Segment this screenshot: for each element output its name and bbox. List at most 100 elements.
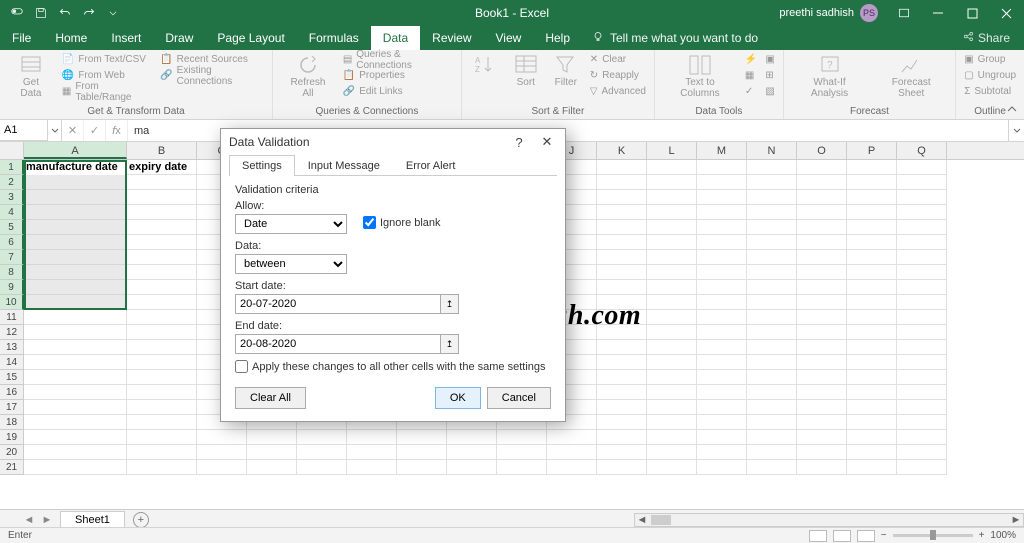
cell[interactable] [797, 175, 847, 190]
cell[interactable] [24, 235, 127, 250]
enter-formula-icon[interactable]: ✓ [84, 120, 106, 141]
cell[interactable] [647, 445, 697, 460]
cell[interactable] [547, 430, 597, 445]
cell[interactable] [597, 430, 647, 445]
cell[interactable] [797, 280, 847, 295]
cell[interactable] [797, 460, 847, 475]
cell[interactable] [497, 445, 547, 460]
menu-draw[interactable]: Draw [153, 26, 205, 50]
forecast-sheet-button[interactable]: Forecast Sheet [875, 52, 947, 101]
minimize-icon[interactable] [922, 0, 954, 26]
end-date-input[interactable] [236, 335, 440, 353]
cell[interactable] [597, 370, 647, 385]
cell[interactable] [747, 295, 797, 310]
dialog-tab-error-alert[interactable]: Error Alert [393, 155, 469, 176]
cell[interactable] [127, 400, 197, 415]
from-table-button[interactable]: ▦From Table/Range [62, 84, 152, 99]
cell[interactable] [747, 175, 797, 190]
row-header[interactable]: 13 [0, 340, 24, 355]
cell[interactable] [447, 430, 497, 445]
cell[interactable] [647, 190, 697, 205]
cell[interactable] [847, 205, 897, 220]
cell[interactable] [747, 310, 797, 325]
zoom-slider[interactable] [893, 534, 973, 537]
cell[interactable] [127, 295, 197, 310]
cell[interactable] [697, 400, 747, 415]
cell[interactable] [24, 355, 127, 370]
dialog-close-icon[interactable]: ✕ [537, 132, 557, 152]
cell[interactable] [597, 310, 647, 325]
expand-formula-bar-icon[interactable] [1008, 120, 1024, 141]
cell[interactable] [747, 160, 797, 175]
menu-data[interactable]: Data [371, 26, 420, 50]
col-header-a[interactable]: A [24, 142, 127, 159]
cell[interactable] [647, 430, 697, 445]
cell[interactable] [797, 160, 847, 175]
undo-icon[interactable] [54, 2, 76, 24]
cell[interactable] [24, 385, 127, 400]
page-layout-view-icon[interactable] [833, 530, 851, 542]
cell[interactable] [847, 370, 897, 385]
cell[interactable] [847, 190, 897, 205]
cell[interactable] [347, 460, 397, 475]
cell[interactable] [597, 415, 647, 430]
cell[interactable] [24, 280, 127, 295]
cell[interactable] [797, 400, 847, 415]
select-all-corner[interactable] [0, 142, 24, 159]
cell[interactable] [897, 430, 947, 445]
filter-button[interactable]: Filter [550, 52, 582, 90]
user-name[interactable]: preethi sadhish [779, 7, 854, 19]
sheet-nav-prev-icon[interactable]: ◄ [22, 513, 36, 527]
cell[interactable] [697, 175, 747, 190]
cell[interactable] [897, 370, 947, 385]
cell[interactable] [697, 370, 747, 385]
col-header-m[interactable]: M [697, 142, 747, 159]
cell[interactable] [647, 415, 697, 430]
cell[interactable] [797, 325, 847, 340]
cell[interactable] [897, 175, 947, 190]
cell[interactable] [127, 370, 197, 385]
allow-select[interactable]: Date [235, 214, 347, 234]
cell[interactable] [847, 175, 897, 190]
cell[interactable] [127, 460, 197, 475]
cell[interactable] [647, 265, 697, 280]
dialog-title-bar[interactable]: Data Validation ? ✕ [221, 129, 565, 155]
cell[interactable] [747, 235, 797, 250]
cell[interactable] [797, 295, 847, 310]
whatif-button[interactable]: ? What-If Analysis [792, 52, 868, 101]
remove-duplicates-button[interactable]: ▦ [745, 68, 757, 83]
cell[interactable] [797, 310, 847, 325]
menu-view[interactable]: View [484, 26, 534, 50]
cell[interactable] [797, 190, 847, 205]
cell[interactable] [597, 445, 647, 460]
cell[interactable] [897, 445, 947, 460]
cell[interactable] [797, 220, 847, 235]
col-header-o[interactable]: O [797, 142, 847, 159]
cancel-button[interactable]: Cancel [487, 387, 551, 409]
cell[interactable] [697, 430, 747, 445]
scroll-thumb[interactable] [651, 515, 671, 525]
scroll-left-icon[interactable]: ◄ [635, 514, 649, 526]
cell[interactable] [297, 430, 347, 445]
cell[interactable] [647, 175, 697, 190]
cell[interactable] [897, 295, 947, 310]
row-header[interactable]: 17 [0, 400, 24, 415]
cell[interactable] [647, 385, 697, 400]
cell[interactable] [127, 325, 197, 340]
cell[interactable] [24, 430, 127, 445]
cell[interactable] [697, 340, 747, 355]
cell[interactable] [747, 190, 797, 205]
clear-button[interactable]: ✕Clear [590, 52, 646, 67]
cell[interactable] [797, 370, 847, 385]
cell[interactable] [697, 250, 747, 265]
row-header[interactable]: 11 [0, 310, 24, 325]
cell[interactable] [897, 400, 947, 415]
cell[interactable] [797, 265, 847, 280]
cell[interactable] [797, 205, 847, 220]
cell[interactable] [747, 250, 797, 265]
cell[interactable] [597, 265, 647, 280]
sort-az-button[interactable]: AZ [470, 52, 502, 78]
cell[interactable] [897, 415, 947, 430]
cell[interactable] [797, 385, 847, 400]
cell[interactable] [747, 460, 797, 475]
